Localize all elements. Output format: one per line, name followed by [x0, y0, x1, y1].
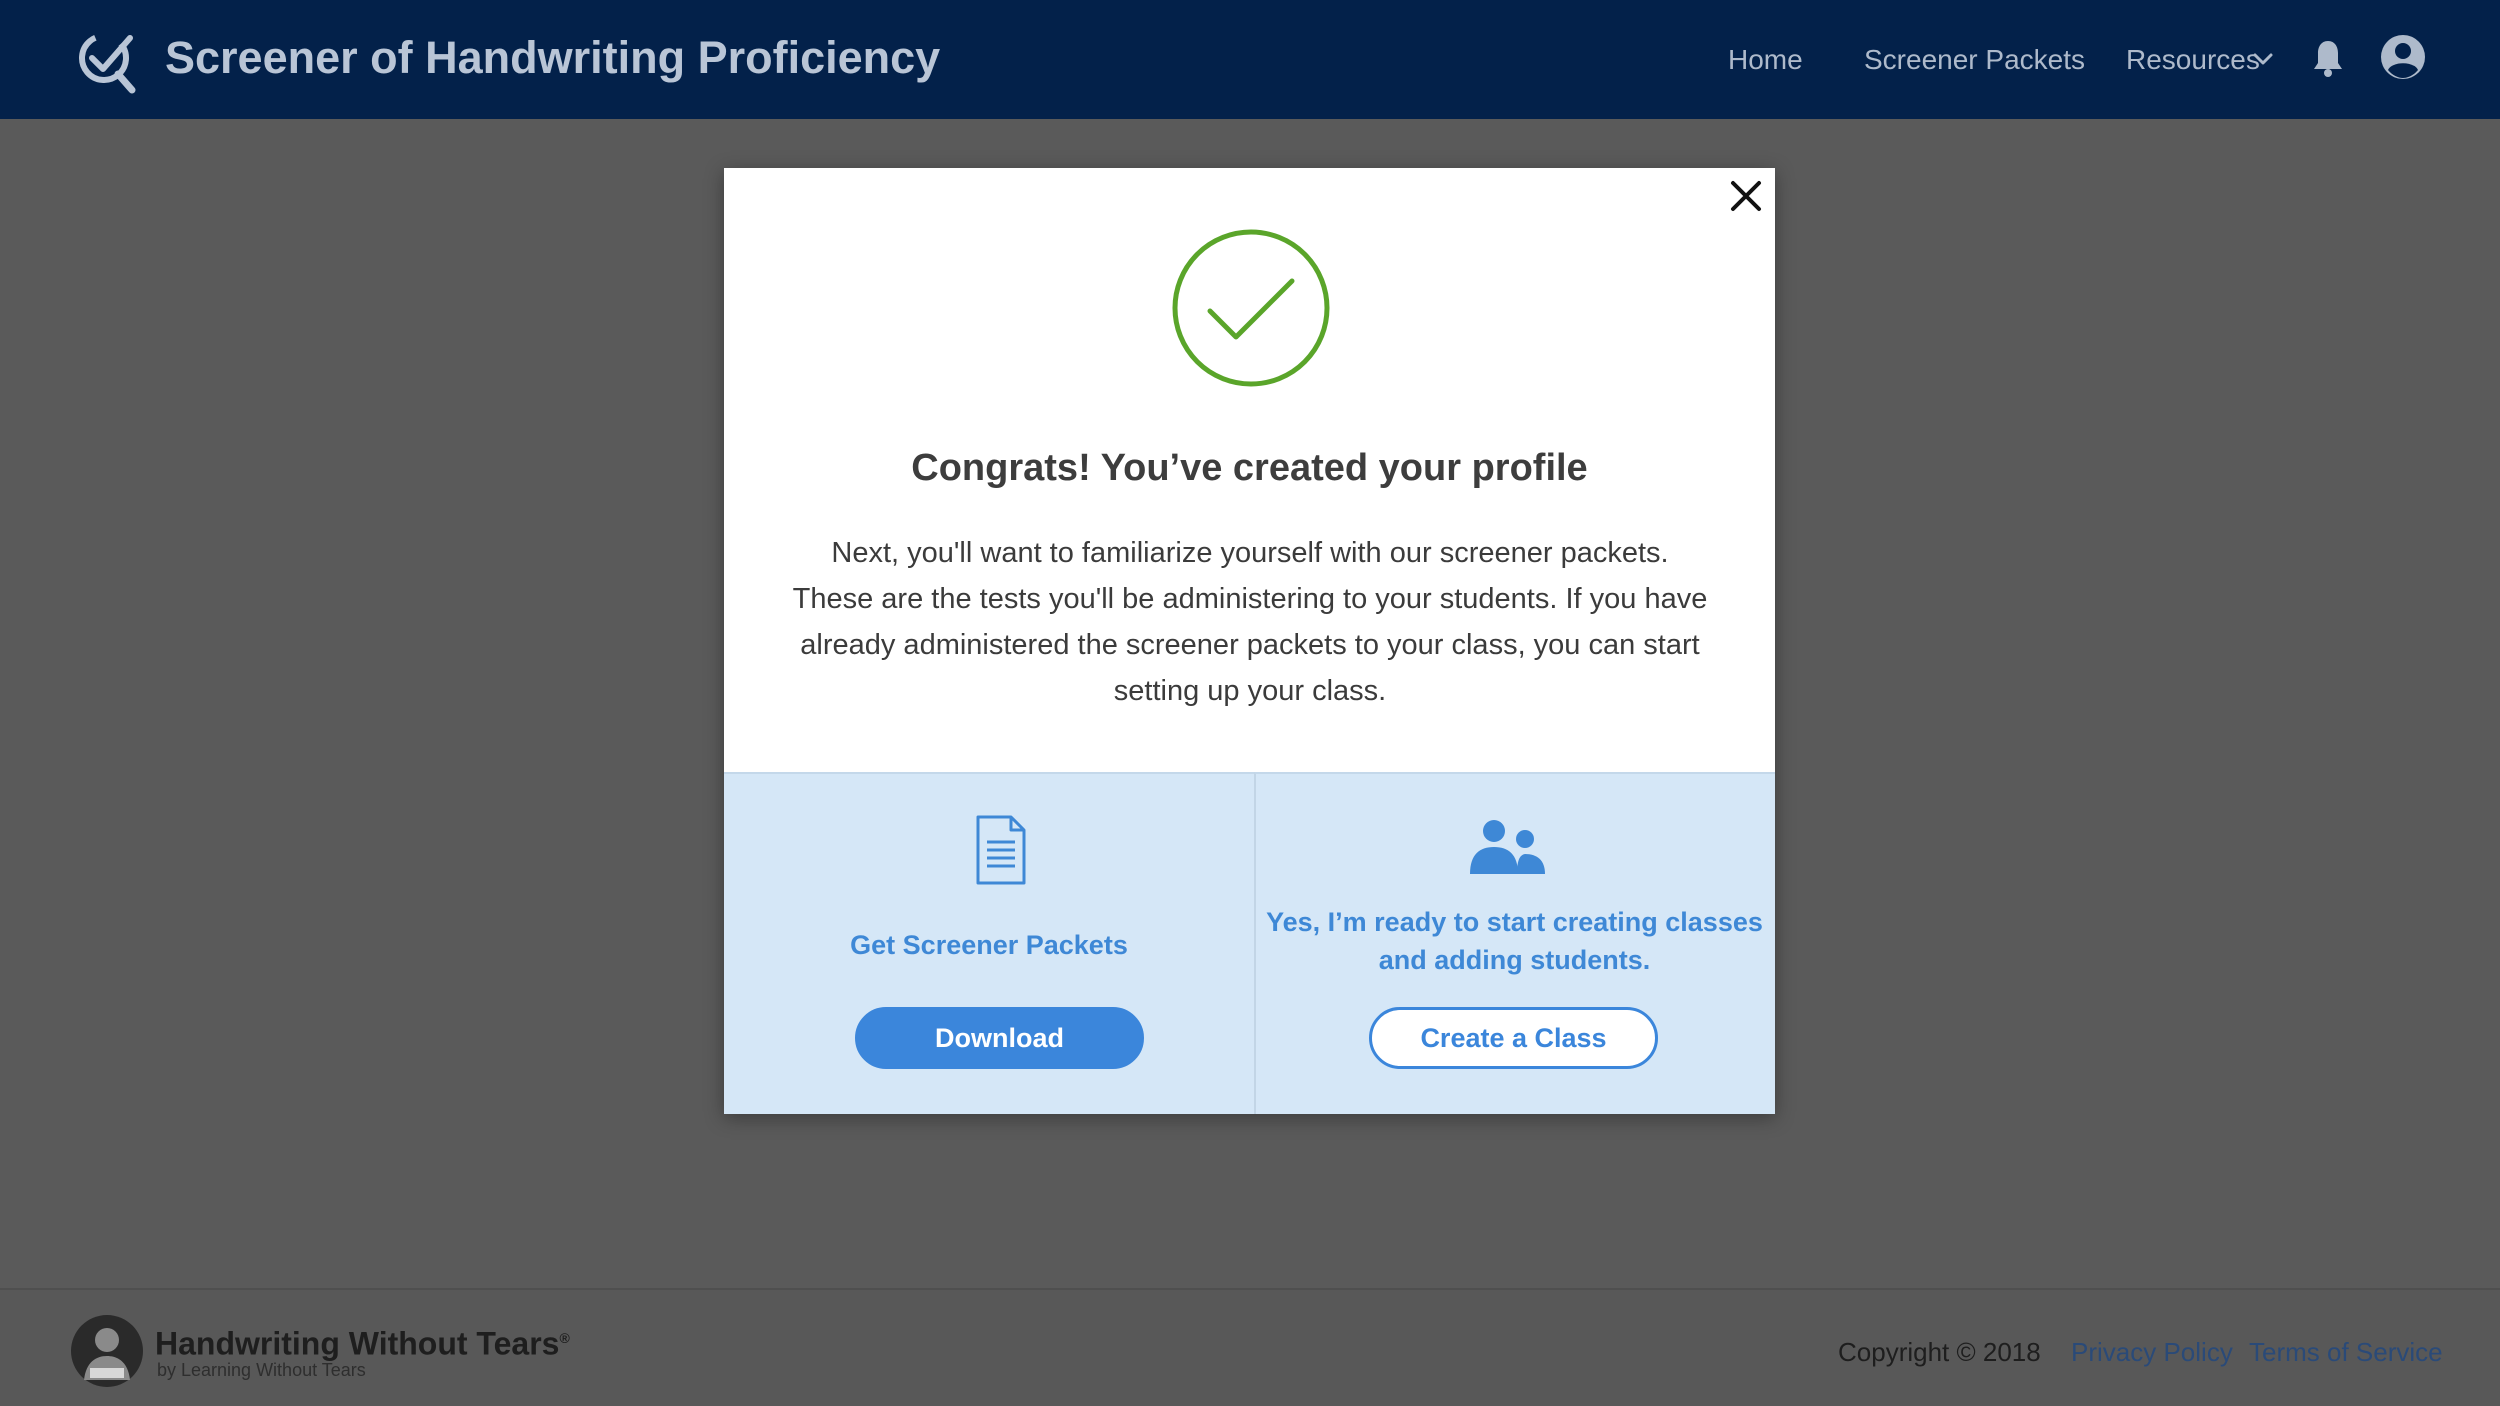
privacy-policy-link[interactable]: Privacy Policy	[2071, 1334, 2233, 1370]
check-search-logo-icon[interactable]	[78, 28, 140, 96]
terms-of-service-link[interactable]: Terms of Service	[2249, 1334, 2443, 1370]
registered-mark: ®	[559, 1330, 570, 1346]
modal-description: Next, you'll want to familiarize yoursel…	[792, 537, 1708, 707]
nav-home[interactable]: Home	[1728, 40, 1803, 80]
footer-brand-subtitle: by Learning Without Tears	[157, 1360, 366, 1380]
copyright: Copyright © 2018	[1838, 1337, 2041, 1367]
app-title[interactable]: Screener of Handwriting Proficiency	[165, 28, 940, 88]
success-check-icon	[1172, 229, 1330, 387]
bell-icon[interactable]	[2312, 38, 2344, 78]
people-icon	[1470, 820, 1545, 874]
footer-brand: Handwriting Without Tears®	[155, 1325, 570, 1362]
user-avatar-icon[interactable]	[2380, 34, 2426, 80]
nav-resources[interactable]: Resources	[2126, 40, 2260, 80]
create-class-button[interactable]: Create a Class	[1369, 1007, 1658, 1069]
footer: Handwriting Without Tears® by Learning W…	[0, 1288, 2500, 1406]
create-classes-label: Yes, I’m ready to start creating classes…	[1266, 907, 1763, 975]
top-navbar: Screener of Handwriting Proficiency Home…	[0, 0, 2500, 119]
modal-title: Congrats! You’ve created your profile	[911, 447, 1588, 489]
document-icon	[976, 815, 1026, 885]
close-icon[interactable]	[1728, 178, 1764, 214]
get-screener-packets-label: Get Screener Packets	[850, 930, 1128, 960]
handwriting-without-tears-logo-icon	[71, 1315, 143, 1387]
nav-screener-packets[interactable]: Screener Packets	[1864, 40, 2085, 80]
download-button[interactable]: Download	[855, 1007, 1144, 1069]
chevron-down-icon[interactable]	[2252, 48, 2274, 70]
